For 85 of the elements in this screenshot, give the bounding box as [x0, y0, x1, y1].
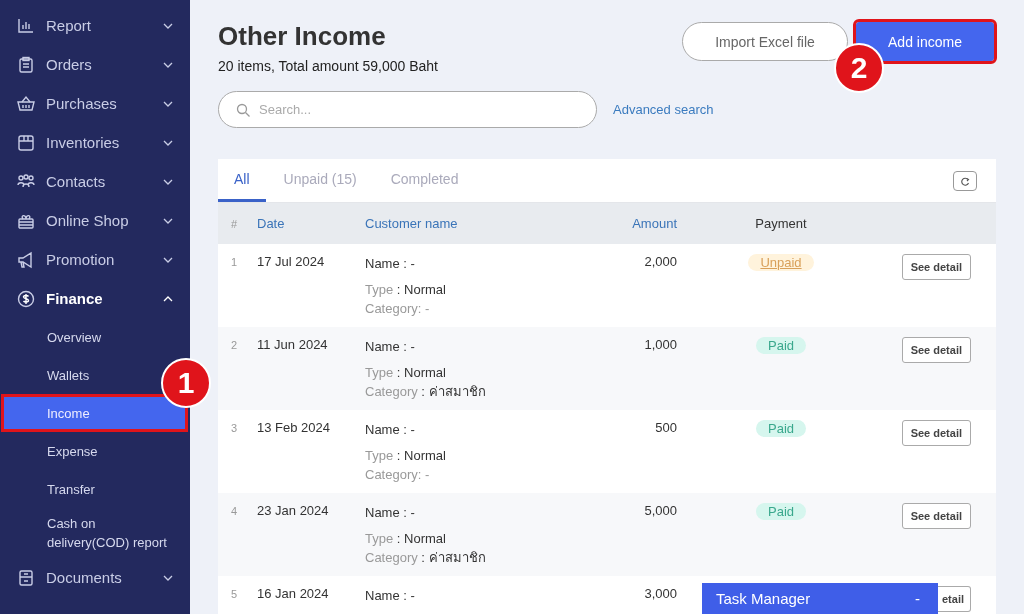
customer-detail: Name : -: [365, 421, 416, 439]
payment-status: Paid: [756, 503, 806, 520]
date-cell-text: 13 Feb 2024: [257, 420, 331, 435]
chevron-icon: [163, 573, 173, 582]
sidebar-item[interactable]: Purchases: [0, 84, 190, 123]
customer-detail: Name : -: [365, 338, 416, 356]
sidebar-item[interactable]: Documents: [0, 558, 190, 597]
sidebar-item[interactable]: Report: [0, 6, 190, 45]
refresh-button[interactable]: [953, 170, 977, 191]
chevron-icon: [163, 294, 173, 303]
sidebar-subitem[interactable]: Income: [1, 394, 188, 432]
date-cell-text: 11 Jun 2024: [257, 337, 329, 352]
customer-detail: Name : -: [365, 255, 416, 273]
search-field[interactable]: Search...: [218, 91, 597, 128]
row-number: 2: [230, 338, 239, 351]
refresh-icon: [960, 175, 970, 186]
search-icon: [236, 103, 250, 117]
row-number: 1: [230, 255, 239, 268]
chevron-icon: [163, 60, 173, 69]
sidebar-item[interactable]: Contacts: [0, 162, 190, 201]
customer-detail: Type : Normal: [365, 530, 447, 548]
column-header: Customer name: [365, 216, 459, 231]
date-cell-text: 17 Jul 2024: [257, 254, 326, 269]
column-header: #: [230, 217, 239, 230]
document-icon: [17, 568, 35, 587]
task-manager-bar[interactable]: Task Manager -: [702, 583, 938, 614]
sidebar-item[interactable]: Finance: [0, 279, 190, 318]
customer-detail: Category : ค่าสมาชิก: [365, 383, 487, 401]
summary-text: 20 items, Total amount 59,000 Baht: [218, 58, 439, 74]
customer-detail: Category : ค่าสมาชิก: [365, 549, 487, 567]
customer-detail: Type : Normal: [365, 364, 447, 382]
step-marker: 2: [834, 43, 884, 93]
chart-icon: [17, 16, 35, 35]
row-number: 5: [230, 587, 239, 600]
chevron-icon: [163, 138, 173, 147]
sidebar-item[interactable]: Orders: [0, 45, 190, 84]
customer-detail: Name : -: [365, 587, 416, 605]
clipboard-icon: [17, 55, 35, 74]
amount-cell-text: 1,000: [643, 337, 677, 352]
detail-button[interactable]: etail: [938, 586, 971, 612]
payment-status: Paid: [756, 420, 806, 437]
detail-button[interactable]: See detail: [901, 337, 971, 363]
chevron-icon: [163, 99, 173, 108]
megaphone-icon: [17, 250, 35, 269]
chevron-icon: [163, 21, 173, 30]
customer-detail: Name : -: [365, 504, 416, 522]
step-marker: 1: [161, 358, 211, 408]
box-icon: [17, 133, 35, 152]
customer-detail: Category: -: [365, 300, 431, 318]
sidebar-subitem[interactable]: Transfer: [0, 470, 99, 508]
minimize-button[interactable]: -: [915, 590, 920, 607]
page-title: Other Income: [218, 20, 387, 52]
amount-cell-text: 5,000: [643, 503, 677, 518]
column-header: Date: [257, 216, 286, 231]
row-number: 4: [230, 504, 239, 517]
dollar-icon: [17, 289, 35, 308]
customer-detail: Category: -: [365, 466, 431, 484]
date-cell-text: 16 Jan 2024: [257, 586, 330, 601]
customer-detail: Type : Normal: [365, 281, 447, 299]
sidebar-subitem[interactable]: Wallets: [0, 356, 94, 394]
basket-icon: [17, 94, 35, 113]
amount-cell-text: 500: [654, 420, 677, 435]
chevron-icon: [163, 255, 173, 264]
sidebar-item[interactable]: Promotion: [0, 240, 190, 279]
amount-cell-text: 2,000: [643, 254, 677, 269]
sidebar-subitem[interactable]: Cash on delivery(COD) report: [0, 508, 190, 558]
detail-button[interactable]: See detail: [901, 420, 971, 446]
row-number: 3: [230, 421, 239, 434]
sidebar-subitem[interactable]: Overview: [0, 318, 106, 356]
advanced-search-link[interactable]: Advanced search: [613, 102, 714, 117]
detail-button[interactable]: See detail: [901, 254, 971, 280]
amount-cell-text: 3,000: [643, 586, 677, 601]
column-header: Amount: [631, 216, 677, 231]
customer-detail: Type : Normal: [365, 447, 447, 465]
chevron-icon: [163, 216, 173, 225]
chevron-icon: [163, 177, 173, 186]
sidebar-item[interactable]: Online Shop: [0, 201, 190, 240]
sidebar-subitem[interactable]: Expense: [0, 432, 102, 470]
sidebar-item[interactable]: Inventories: [0, 123, 190, 162]
import-button[interactable]: Import Excel file: [682, 22, 848, 61]
payment-status: Paid: [756, 337, 806, 354]
date-cell-text: 23 Jan 2024: [257, 503, 330, 518]
detail-button[interactable]: See detail: [901, 503, 971, 529]
task-manager-title: Task Manager: [716, 590, 811, 607]
column-header: Payment: [754, 216, 808, 231]
